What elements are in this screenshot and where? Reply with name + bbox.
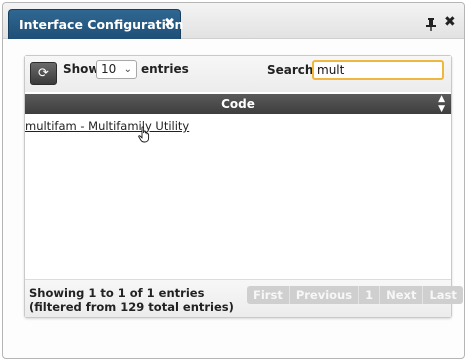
sort-icon: ▲ ▼ xyxy=(438,94,445,114)
hand-cursor-icon xyxy=(138,126,152,147)
pager-first-button[interactable]: First xyxy=(247,286,290,304)
pager-next-button[interactable]: Next xyxy=(380,286,424,304)
pager-page-1-button[interactable]: 1 xyxy=(359,286,381,304)
tab-title: Interface Configuration xyxy=(19,17,184,32)
dialog-window: Interface Configuration ✖ ✖ ⟳ Show 10 ⌄ … xyxy=(2,2,465,359)
page-length-select[interactable]: 10 ⌄ xyxy=(96,60,137,79)
search-input[interactable] xyxy=(312,60,444,80)
show-label: Show xyxy=(63,62,100,76)
pagination: First Previous 1 Next Last xyxy=(247,286,463,304)
tab-interface-configuration[interactable]: Interface Configuration ✖ xyxy=(8,9,184,39)
chevron-down-icon: ⌄ xyxy=(123,64,132,75)
pin-icon[interactable] xyxy=(426,16,436,35)
table-row-link[interactable]: multifam - Multifamily Utility xyxy=(25,119,189,133)
entries-label: entries xyxy=(141,62,189,76)
table-toolbar: ⟳ Show 10 ⌄ entries Search: xyxy=(25,56,451,92)
pager-last-button[interactable]: Last xyxy=(423,286,462,304)
refresh-icon: ⟳ xyxy=(38,66,49,81)
title-bar: Interface Configuration ✖ ✖ xyxy=(3,3,464,39)
table-info: Showing 1 to 1 of 1 entries (filtered fr… xyxy=(29,286,234,314)
search-label: Search: xyxy=(267,63,319,77)
table-footer: Showing 1 to 1 of 1 entries (filtered fr… xyxy=(25,279,463,317)
refresh-button[interactable]: ⟳ xyxy=(30,62,57,85)
pager-previous-button[interactable]: Previous xyxy=(290,286,360,304)
table-panel: ⟳ Show 10 ⌄ entries Search: Code ▲▼ mult… xyxy=(24,55,463,318)
tab-close-icon[interactable]: ✖ xyxy=(164,16,175,31)
page-length-value: 10 xyxy=(101,62,117,76)
column-header-label: Code xyxy=(221,97,255,111)
column-header-code[interactable]: Code ▲ ▼ xyxy=(25,94,451,114)
close-icon[interactable]: ✖ xyxy=(444,14,456,30)
